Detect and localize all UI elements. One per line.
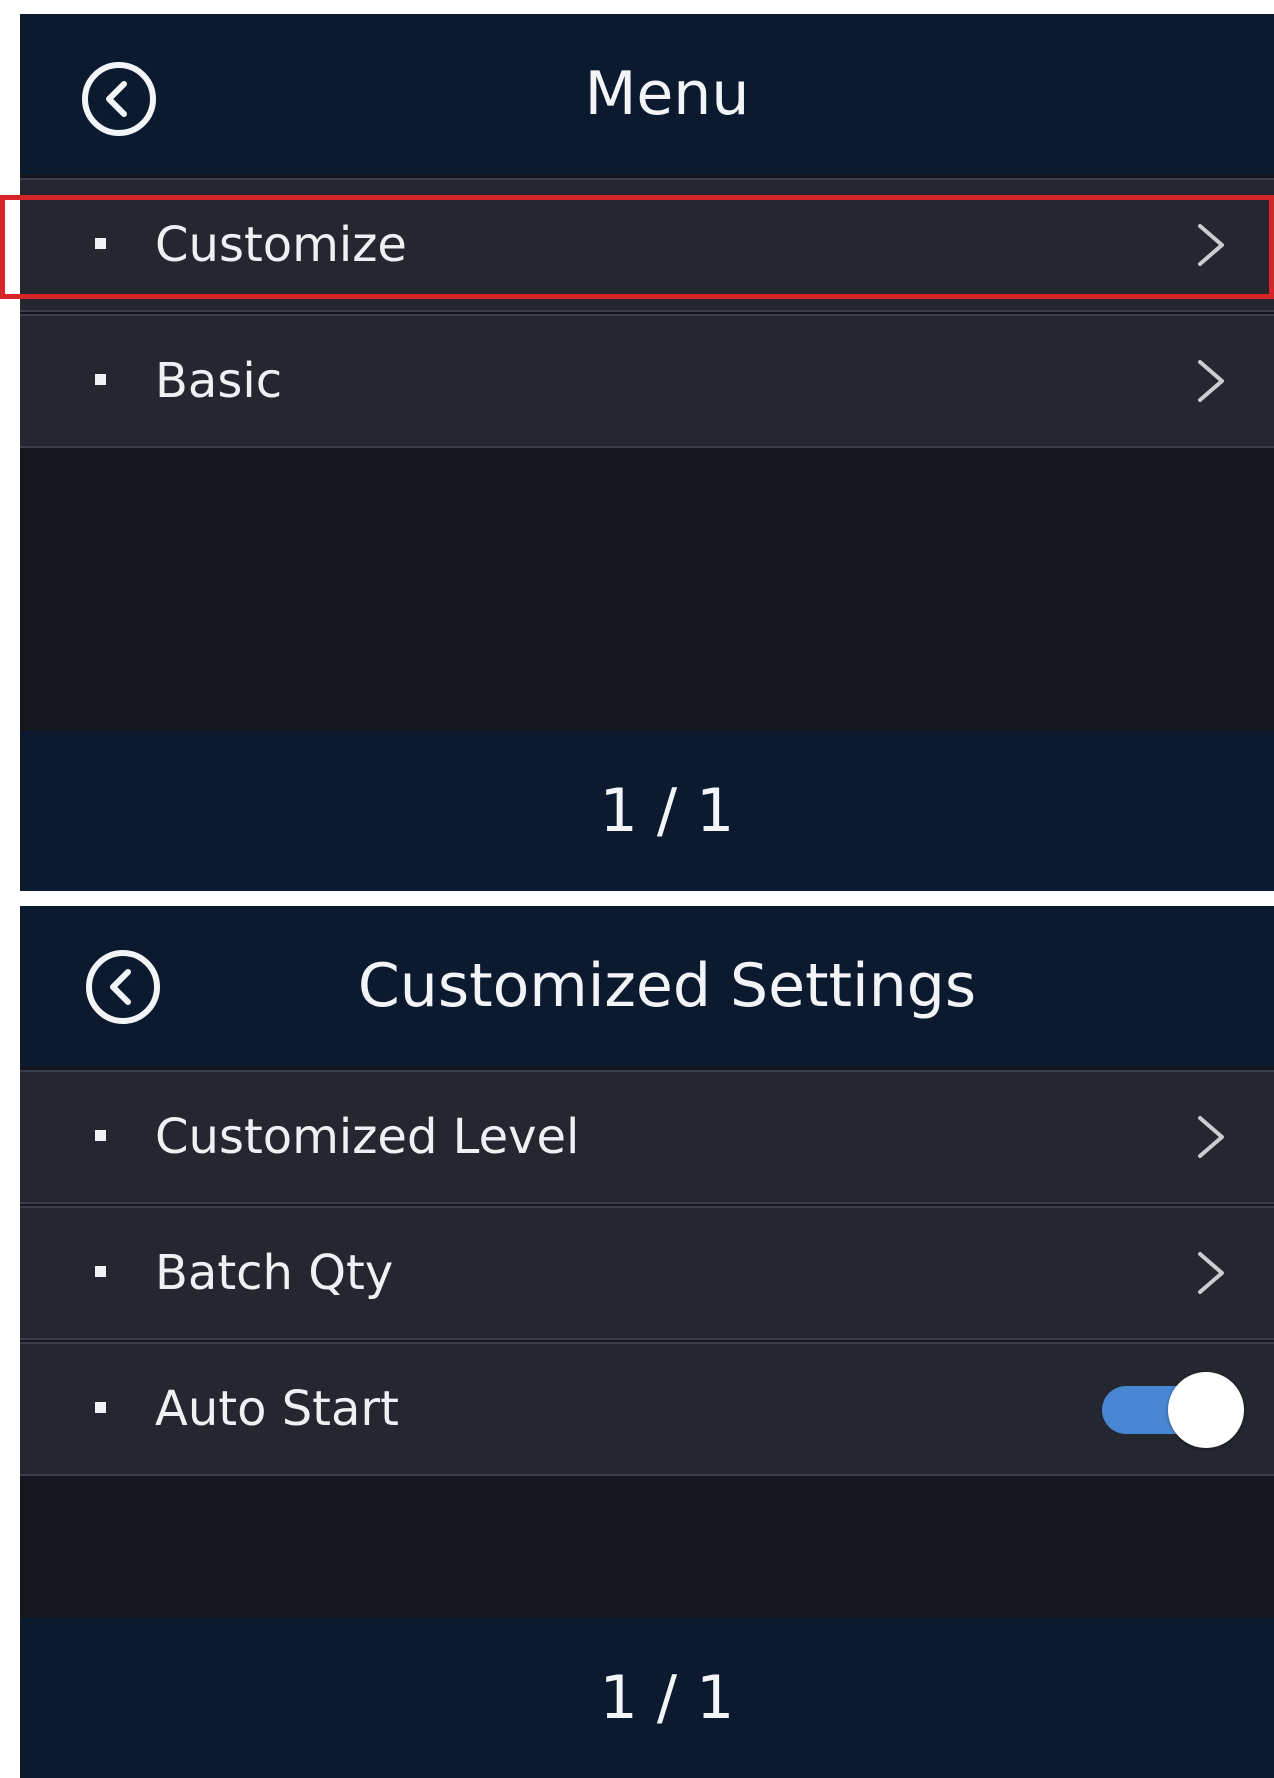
bullet-icon — [95, 1266, 106, 1277]
menu-item-basic[interactable]: Basic — [20, 314, 1274, 448]
toggle-knob — [1168, 1372, 1244, 1448]
menu-screen: Menu Customize Basic 1 / 1 — [20, 14, 1274, 891]
bullet-icon — [95, 1130, 106, 1141]
bullet-icon — [95, 1402, 106, 1413]
settings-item-batch-qty[interactable]: Batch Qty — [20, 1206, 1274, 1340]
settings-item-label: Batch Qty — [155, 1245, 394, 1301]
page-indicator: 1 / 1 — [599, 776, 735, 846]
customized-settings-screen: Customized Settings Customized Level Bat… — [20, 906, 1274, 1778]
settings-footer: 1 / 1 — [20, 1618, 1274, 1778]
settings-header: Customized Settings — [20, 906, 1274, 1066]
auto-start-toggle[interactable] — [1102, 1372, 1244, 1448]
menu-header: Menu — [20, 14, 1274, 174]
page-indicator: 1 / 1 — [599, 1663, 735, 1733]
page-title: Customized Settings — [357, 951, 977, 1021]
chevron-right-icon — [1194, 1114, 1228, 1160]
menu-item-customize[interactable]: Customize — [20, 178, 1274, 312]
menu-item-label: Basic — [155, 353, 283, 409]
settings-item-customized-level[interactable]: Customized Level — [20, 1070, 1274, 1204]
settings-item-label: Auto Start — [155, 1381, 399, 1437]
chevron-right-icon — [1194, 358, 1228, 404]
bullet-icon — [95, 238, 106, 249]
menu-footer: 1 / 1 — [20, 731, 1274, 891]
page-title: Menu — [584, 59, 750, 129]
chevron-right-icon — [1194, 222, 1228, 268]
settings-item-label: Customized Level — [155, 1109, 580, 1165]
chevron-right-icon — [1194, 1250, 1228, 1296]
menu-item-label: Customize — [155, 217, 407, 273]
settings-item-auto-start: Auto Start — [20, 1342, 1274, 1476]
bullet-icon — [95, 374, 106, 385]
